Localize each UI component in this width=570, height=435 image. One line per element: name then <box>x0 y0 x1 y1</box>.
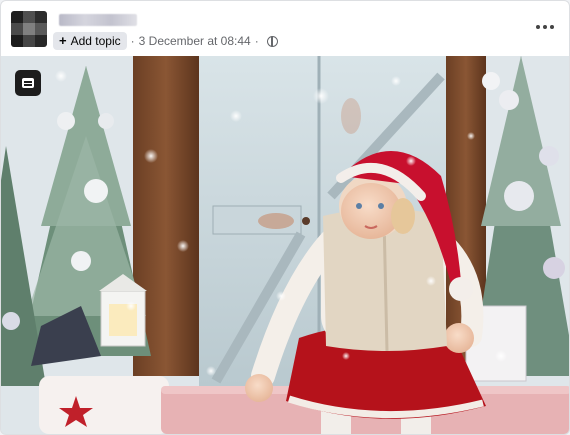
post-timestamp[interactable]: 3 December at 08:44 <box>139 34 251 48</box>
globe-icon[interactable] <box>266 35 278 47</box>
post-meta: + Add topic · 3 December at 08:44 · <box>53 32 278 50</box>
chat-badge-icon[interactable] <box>15 70 41 96</box>
separator: · <box>254 34 259 48</box>
plus-icon: + <box>59 33 67 48</box>
more-options-icon[interactable] <box>535 19 555 35</box>
author-name-redacted[interactable] <box>59 14 137 26</box>
author-avatar[interactable] <box>11 11 47 47</box>
post-photo[interactable] <box>1 56 569 434</box>
post-card: + Add topic · 3 December at 08:44 · <box>0 0 570 435</box>
add-topic-button[interactable]: + Add topic <box>53 32 127 50</box>
post-header: + Add topic · 3 December at 08:44 · <box>1 1 569 56</box>
add-topic-label: Add topic <box>70 34 121 48</box>
separator: · <box>130 34 135 48</box>
christmas-photo <box>1 56 569 434</box>
